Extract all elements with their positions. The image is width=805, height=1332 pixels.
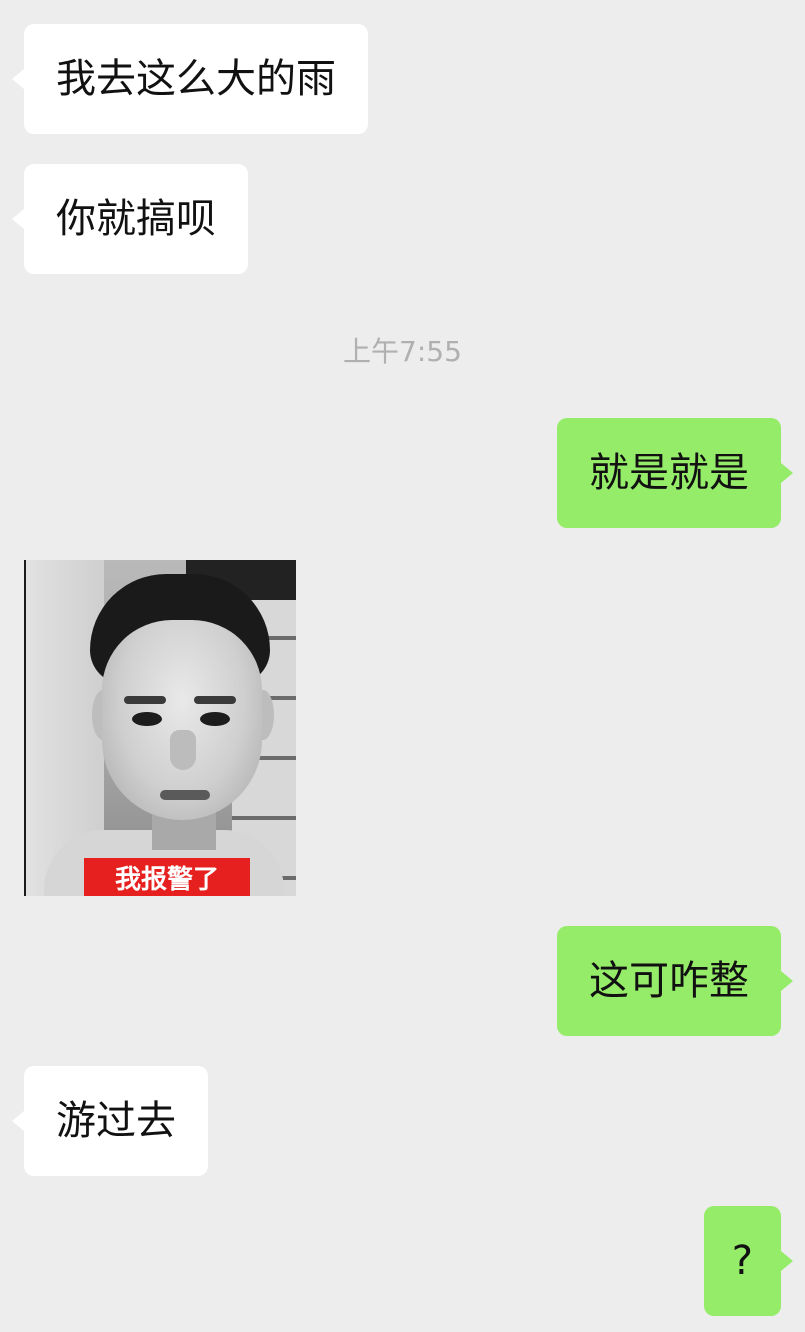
sticker-right-eyebrow xyxy=(194,696,236,704)
sticker-mouth xyxy=(160,790,210,800)
sticker-nose xyxy=(170,730,196,770)
sticker-border xyxy=(24,560,26,896)
outgoing-message-bubble[interactable]: 就是就是 xyxy=(557,418,793,528)
sticker-caption: 我报警了 xyxy=(84,858,250,896)
outgoing-message-bubble[interactable]: ? xyxy=(703,1206,794,1316)
sticker-right-eye xyxy=(200,712,230,726)
chat-conversation: 我去这么大的雨 你就搞呗 上午7:55 就是就是 我报警了 这可咋整 游过去 ? xyxy=(0,0,805,1332)
outgoing-message-bubble[interactable]: 这可咋整 xyxy=(557,926,793,1036)
incoming-message-bubble[interactable]: 我去这么大的雨 xyxy=(12,24,368,134)
sticker-left-eye xyxy=(132,712,162,726)
message-timestamp: 上午7:55 xyxy=(343,335,462,368)
sticker-left-eyebrow xyxy=(124,696,166,704)
incoming-sticker-image[interactable]: 我报警了 xyxy=(24,560,296,896)
incoming-message-bubble[interactable]: 游过去 xyxy=(12,1066,208,1176)
incoming-message-bubble[interactable]: 你就搞呗 xyxy=(12,164,248,274)
